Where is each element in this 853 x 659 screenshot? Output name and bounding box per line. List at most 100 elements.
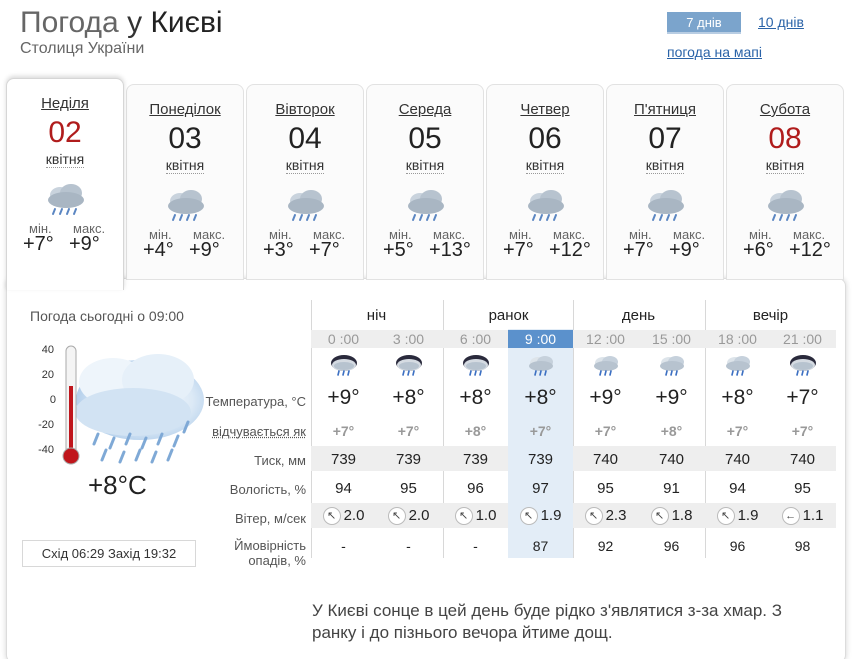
hour-humidity: 94 — [335, 480, 352, 497]
day-month-text: квітня — [525, 157, 565, 174]
hour-wind: ↖ 2.0 — [311, 507, 376, 526]
page-subtitle: Столиця України — [20, 40, 145, 57]
night-rain-icon — [788, 354, 818, 378]
weather-map-link[interactable]: погода на мапі — [667, 44, 762, 60]
day-tab[interactable]: Четвер 06 квітня мін. макс. +7° +12° — [486, 84, 604, 280]
period-label: вечір — [752, 307, 789, 324]
day-month: квітня — [127, 157, 243, 174]
hour-time: 21 :00 — [783, 331, 822, 347]
hour-precip: 96 — [663, 538, 680, 554]
day-name: Вівторок — [247, 101, 363, 118]
day-number: 04 — [288, 122, 322, 155]
day-tab[interactable]: Неділя 02 квітня мін. макс. +7° +9° — [6, 78, 124, 290]
hour-wind: ↖ 2.0 — [376, 507, 441, 526]
cloud-rain-icon — [657, 354, 687, 378]
wind-direction-icon: ↖ — [650, 507, 669, 526]
title-city: Києві — [150, 6, 223, 39]
wind-speed: 2.0 — [343, 507, 365, 524]
hour-pressure: 739 — [395, 451, 422, 468]
day-tab[interactable]: Вівторок 04 квітня мін. макс. +3° +7° — [246, 84, 364, 280]
hour-temp: +8° — [459, 386, 492, 409]
scale-tick: -40 — [38, 444, 54, 456]
day-tab[interactable]: П'ятниця 07 квітня мін. макс. +7° +9° — [606, 84, 724, 280]
sunset-label: Захід — [107, 546, 141, 561]
day-month: квітня — [7, 151, 123, 168]
day-month: квітня — [607, 157, 723, 174]
hour-humidity: 95 — [794, 480, 811, 497]
temp-min: +7° — [623, 239, 654, 261]
hour-time: 6 :00 — [459, 331, 492, 347]
hour-temp: +9° — [589, 386, 622, 409]
day-month-text: квітня — [45, 151, 85, 168]
hour-temp: +9° — [327, 386, 360, 409]
day-name: Субота — [727, 101, 843, 118]
cloud-rain-icon — [763, 187, 809, 223]
day-name-text: Четвер — [520, 101, 570, 118]
hour-feels: +7° — [332, 423, 355, 439]
day-name-text: Субота — [759, 101, 811, 118]
hour-feels: +8° — [464, 423, 487, 439]
hour-wind: ↖ 2.3 — [573, 507, 638, 526]
day-number: 05 — [408, 122, 442, 155]
row-label-precip-line2: опадів, % — [248, 553, 306, 568]
ten-days-link[interactable]: 10 днів — [758, 14, 804, 30]
day-tab[interactable]: Субота 08 квітня мін. макс. +6° +12° — [726, 84, 844, 280]
wind-speed: 1.1 — [802, 507, 824, 524]
hour-pressure: 739 — [527, 451, 554, 468]
hour-pressure: 740 — [789, 451, 816, 468]
day-name: Середа — [367, 101, 483, 118]
temp-max: +7° — [309, 239, 340, 261]
hour-pressure: 740 — [724, 451, 751, 468]
temp-min: +5° — [383, 239, 414, 261]
cloud-rain-icon — [643, 187, 689, 223]
day-tab[interactable]: Понеділок 03 квітня мін. макс. +4° +9° — [126, 84, 244, 280]
day-name-text: Понеділок — [149, 101, 221, 118]
cloud-rain-big-icon — [75, 354, 204, 464]
day-name-text: Вівторок — [275, 101, 335, 118]
wind-speed: 1.9 — [540, 507, 562, 524]
row-label-feels: відчувається як — [212, 424, 306, 439]
hour-precip: - — [473, 538, 478, 554]
hour-feels: +7° — [791, 423, 814, 439]
temp-min: +4° — [143, 239, 174, 261]
seven-days-button[interactable]: 7 днів — [667, 12, 741, 34]
period-label: ранок — [488, 307, 529, 324]
day-month-text: квітня — [765, 157, 805, 174]
row-label-wind: Вітер, м/сек — [234, 511, 306, 526]
day-name-text: П'ятниця — [633, 101, 696, 118]
sunset-time: 19:32 — [143, 546, 177, 561]
night-rain-icon — [461, 354, 491, 378]
scale-tick: 20 — [41, 369, 54, 381]
scale-tick: 0 — [49, 394, 56, 406]
hour-humidity: 96 — [467, 480, 484, 497]
night-rain-icon — [329, 354, 359, 378]
day-month: квітня — [727, 157, 843, 174]
temp-max: +13° — [429, 239, 471, 261]
day-month: квітня — [247, 157, 363, 174]
wind-direction-icon: ↖ — [387, 507, 406, 526]
day-month: квітня — [367, 157, 483, 174]
day-month-text: квітня — [285, 157, 325, 174]
hour-wind: ← 1.1 — [770, 507, 835, 526]
hour-time: 12 :00 — [586, 331, 625, 347]
hour-humidity: 94 — [729, 480, 746, 497]
thermometer-icon — [28, 342, 208, 477]
current-temperature: +8°C — [88, 470, 147, 500]
wind-direction-icon: ↖ — [584, 507, 603, 526]
hour-temp: +8° — [721, 386, 754, 409]
hour-pressure: 739 — [462, 451, 489, 468]
hour-wind: ↖ 1.9 — [705, 507, 770, 526]
row-label-precip-line1: Ймовірність — [234, 538, 306, 553]
day-number: 08 — [768, 122, 802, 155]
day-tab[interactable]: Середа 05 квітня мін. макс. +5° +13° — [366, 84, 484, 280]
temp-max: +9° — [189, 239, 220, 261]
cloud-rain-icon — [43, 181, 89, 217]
day-month-text: квітня — [645, 157, 685, 174]
day-month-text: квітня — [165, 157, 205, 174]
temp-min: +7° — [23, 233, 54, 255]
scale-tick: 40 — [41, 344, 54, 356]
hour-temp: +8° — [392, 386, 425, 409]
hour-time: 3 :00 — [392, 331, 425, 347]
row-label-pressure: Тиск, мм — [254, 453, 306, 468]
hour-time: 15 :00 — [652, 331, 691, 347]
